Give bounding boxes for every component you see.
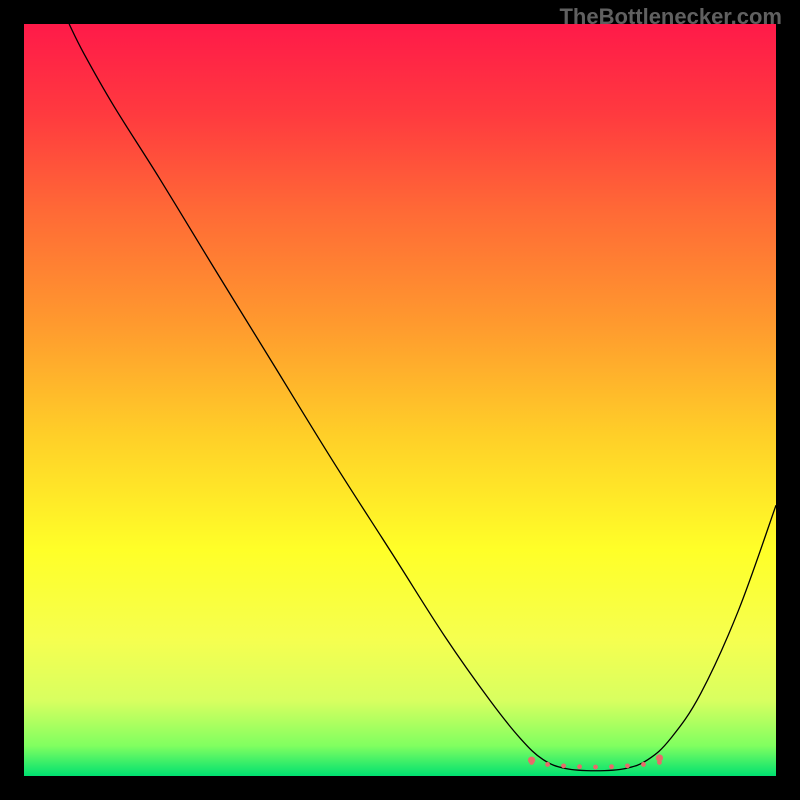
bottleneck-plot (24, 24, 776, 776)
plot-svg (24, 24, 776, 776)
attribution-label: TheBottlenecker.com (559, 4, 782, 30)
chart-container: TheBottlenecker.com (0, 0, 800, 800)
gradient-bg (24, 24, 776, 776)
